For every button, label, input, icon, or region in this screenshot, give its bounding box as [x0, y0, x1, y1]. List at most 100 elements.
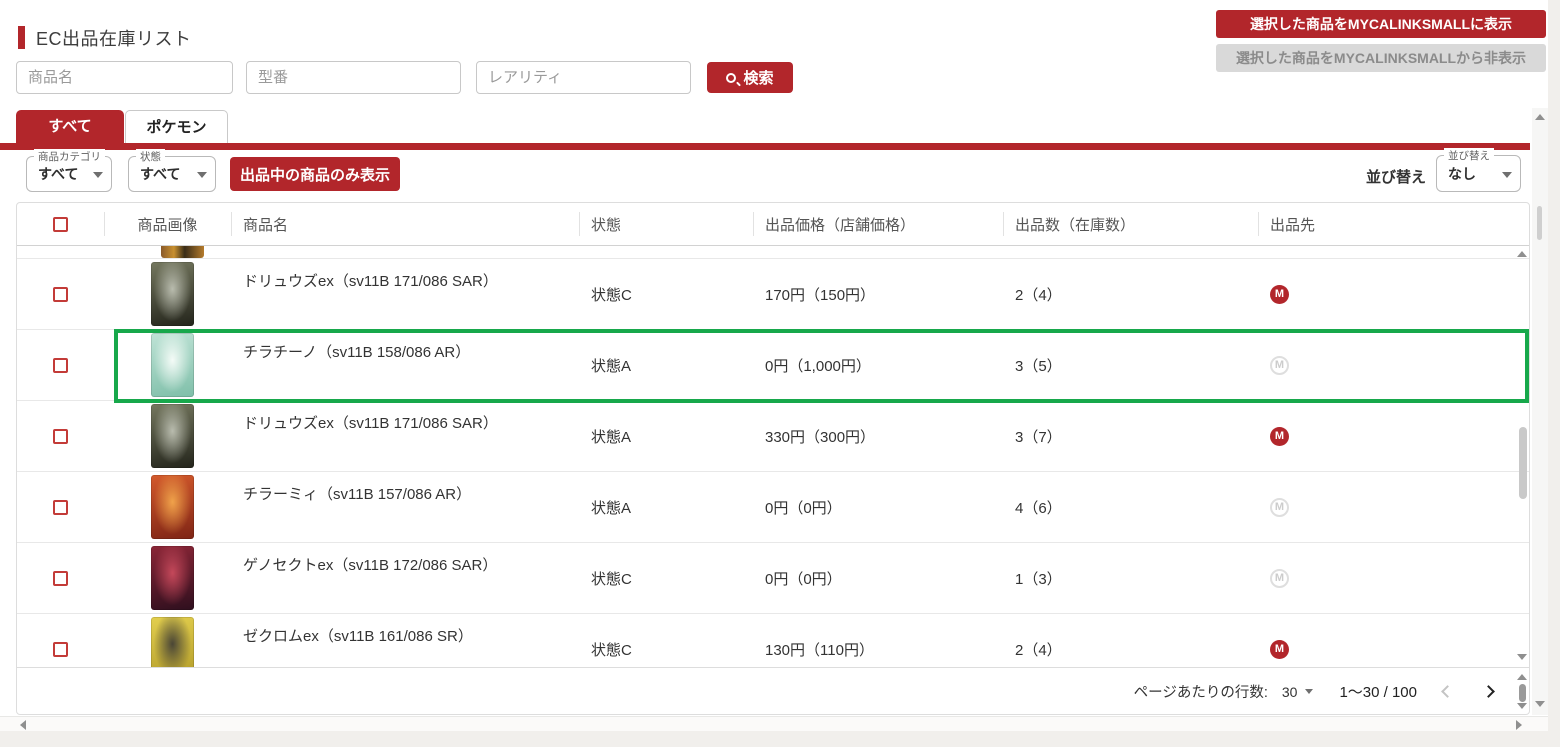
scroll-up-icon[interactable]: [1535, 114, 1545, 120]
scroll-up-icon[interactable]: [1517, 251, 1527, 257]
table-row[interactable]: チラーミィ（sv11B 157/086 AR） 状態A 0円（0円） 4（6） …: [17, 472, 1529, 543]
price-label: 0円（0円）: [765, 499, 842, 517]
count-label: 2（4）: [1015, 641, 1062, 659]
scroll-down-icon[interactable]: [1535, 701, 1545, 707]
search-button-label: 検索: [743, 70, 774, 87]
tab-all[interactable]: すべて: [16, 110, 124, 143]
product-image: [151, 546, 194, 610]
count-label: 3（7）: [1015, 428, 1062, 446]
mycalinks-mall-icon: M: [1270, 497, 1289, 517]
condition-label: 状態C: [591, 641, 632, 659]
price-label: 0円（0円）: [765, 570, 842, 588]
chevron-down-icon: [197, 172, 207, 178]
chevron-down-icon: [93, 172, 103, 178]
condition-label: 状態A: [591, 499, 632, 517]
table-row[interactable]: ゲノセクトex（sv11B 172/086 SAR） 状態C 0円（0円） 1（…: [17, 543, 1529, 614]
row-checkbox[interactable]: [53, 641, 68, 657]
rows-per-page-value: 30: [1281, 683, 1298, 700]
row-checkbox[interactable]: [53, 286, 68, 302]
rarity-input[interactable]: [476, 61, 691, 94]
scroll-up-icon[interactable]: [1517, 674, 1527, 680]
column-header-price: 出品価格（店舗価格）: [753, 212, 1003, 236]
condition-select-value: すべて: [140, 166, 181, 182]
condition-label: 状態C: [591, 286, 632, 304]
chevron-down-icon: [1502, 171, 1512, 178]
previous-page-icon[interactable]: [1441, 685, 1454, 698]
tab-pokemon[interactable]: ポケモン: [125, 110, 228, 143]
column-header-product-image: 商品画像: [104, 212, 231, 236]
row-checkbox[interactable]: [53, 428, 68, 444]
product-name: チラーミィ（sv11B 157/086 AR）: [243, 486, 472, 503]
rows-per-page-select[interactable]: 30: [1282, 684, 1314, 700]
price-label: 130円（110円）: [765, 641, 874, 659]
product-image: [151, 404, 194, 468]
next-page-icon[interactable]: [1482, 685, 1495, 698]
mycalinks-mall-icon: M: [1270, 568, 1289, 588]
title-accent-bar: [18, 26, 25, 49]
table-row[interactable]: ドリュウズex（sv11B 171/086 SAR） 状態A 330円（300円…: [17, 401, 1529, 472]
row-checkbox[interactable]: [53, 357, 68, 373]
sort-label: 並び替え: [1366, 169, 1427, 186]
scroll-down-icon[interactable]: [1517, 654, 1527, 660]
chevron-down-icon: [1305, 689, 1314, 694]
count-label: 2（4）: [1015, 286, 1062, 304]
column-header-product-name: 商品名: [231, 212, 579, 236]
show-on-mall-button[interactable]: 選択した商品をMYCALINKSMALLに表示: [1216, 10, 1546, 38]
select-all-checkbox[interactable]: [53, 216, 68, 232]
condition-label: 状態C: [591, 570, 632, 588]
mycalinks-mall-icon: M: [1270, 639, 1289, 659]
count-label: 3（5）: [1015, 357, 1062, 375]
table-row[interactable]: ドリュウズex（sv11B 171/086 SAR） 状態C 170円（150円…: [17, 259, 1529, 330]
pagination-range: 1〜30 / 100: [1339, 684, 1417, 701]
category-select-label: 商品カテゴリ: [34, 149, 105, 164]
listed-only-button[interactable]: 出品中の商品のみ表示: [230, 157, 400, 191]
product-name: ゲノセクトex（sv11B 172/086 SAR）: [243, 557, 498, 574]
condition-label: 状態A: [591, 357, 632, 375]
page-scrollbar[interactable]: [1532, 108, 1548, 715]
table-scrollbar-thumb[interactable]: [1519, 427, 1527, 499]
sort-select[interactable]: 並び替え なし: [1436, 148, 1521, 192]
condition-select-label: 状態: [136, 149, 165, 164]
count-label: 1（3）: [1015, 570, 1062, 588]
page-scrollbar-thumb[interactable]: [1537, 206, 1542, 240]
table-body: ドリュウズex（sv11B 171/086 SAR） 状態C 170円（150円…: [17, 246, 1529, 667]
price-label: 330円（300円）: [765, 428, 876, 446]
category-select-value: すべて: [38, 166, 79, 182]
mycalinks-mall-icon: M: [1270, 355, 1289, 375]
product-image: [161, 246, 204, 258]
price-label: 0円（1,000円）: [765, 357, 871, 375]
product-image: [151, 262, 194, 326]
page-title: EC出品在庫リスト: [36, 29, 192, 49]
category-select[interactable]: 商品カテゴリ すべて: [26, 149, 112, 192]
count-label: 4（6）: [1015, 499, 1062, 517]
product-name: チラチーノ（sv11B 158/086 AR）: [243, 344, 471, 361]
tab-underline-bar: [0, 143, 1530, 150]
row-checkbox[interactable]: [53, 499, 68, 515]
main-panel: EC出品在庫リスト 選択した商品をMYCALINKSMALLに表示 選択した商品…: [0, 0, 1548, 731]
scroll-down-icon[interactable]: [1517, 703, 1527, 709]
row-checkbox[interactable]: [53, 570, 68, 586]
scroll-left-icon[interactable]: [20, 720, 26, 730]
hide-from-mall-button[interactable]: 選択した商品をMYCALINKSMALLから非表示: [1216, 44, 1546, 72]
product-name-input[interactable]: [16, 61, 233, 94]
product-image: [151, 333, 194, 397]
inventory-table: 商品画像 商品名 状態 出品価格（店舗価格） 出品数（在庫数） 出品先 ドリュウ…: [16, 202, 1530, 715]
condition-select[interactable]: 状態 すべて: [128, 149, 216, 192]
table-row[interactable]: ゼクロムex（sv11B 161/086 SR） 状態C 130円（110円） …: [17, 614, 1529, 667]
column-header-count: 出品数（在庫数）: [1003, 212, 1258, 236]
search-button[interactable]: 検索: [707, 62, 793, 93]
price-label: 170円（150円）: [765, 286, 876, 304]
sort-select-value: なし: [1448, 165, 1476, 182]
table-row[interactable]: チラチーノ（sv11B 158/086 AR） 状態A 0円（1,000円） 3…: [17, 329, 1529, 403]
table-header-row: 商品画像 商品名 状態 出品価格（店舗価格） 出品数（在庫数） 出品先: [17, 203, 1529, 246]
horizontal-scrollbar[interactable]: [0, 716, 1548, 731]
scroll-right-icon[interactable]: [1516, 720, 1522, 730]
product-name: ドリュウズex（sv11B 171/086 SAR）: [243, 415, 498, 432]
model-number-input[interactable]: [246, 61, 461, 94]
product-name: ドリュウズex（sv11B 171/086 SAR）: [243, 273, 498, 290]
column-header-condition: 状態: [579, 212, 753, 236]
table-footer: ページあたりの行数: 30 1〜30 / 100: [17, 667, 1529, 715]
rows-per-page-label: ページあたりの行数:: [1133, 685, 1268, 701]
footer-scrollbar-thumb[interactable]: [1519, 684, 1526, 702]
search-icon: [726, 72, 737, 83]
